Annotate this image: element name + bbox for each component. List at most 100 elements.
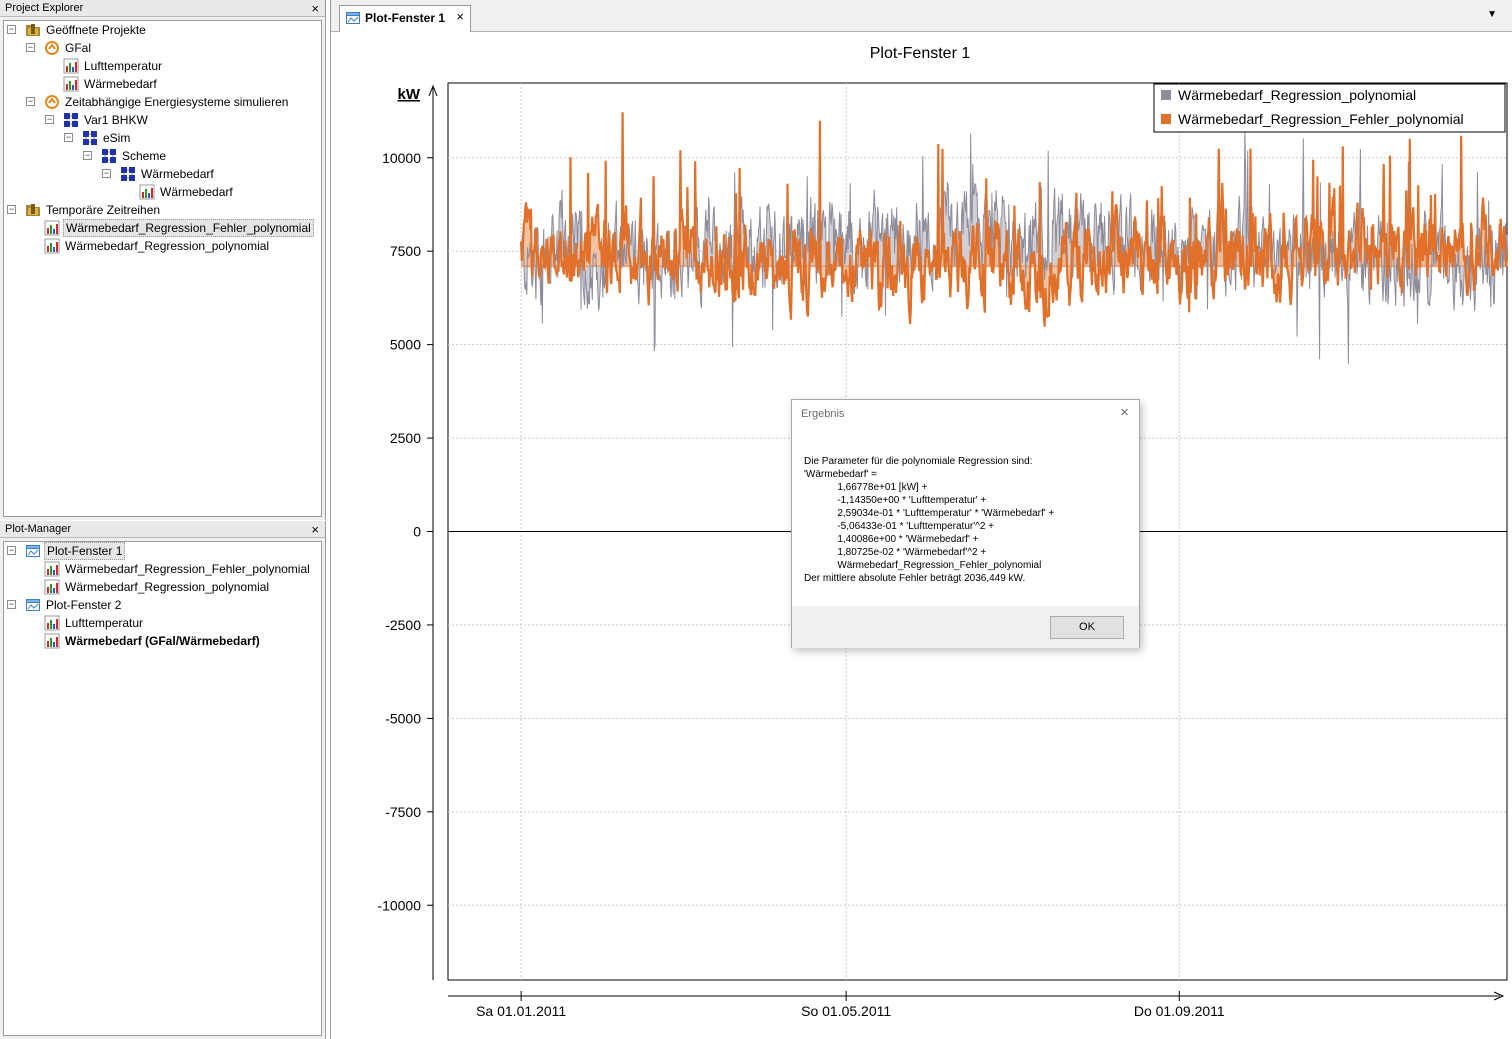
plot-manager-title: Plot-Manager xyxy=(5,523,72,535)
plot-manager-header: Plot-Manager × xyxy=(0,521,325,538)
project-explorer-tree: − Geöffnete Projekte − GFal Lufttemperatur Wä… xyxy=(3,20,322,517)
legend-label: Wärmebedarf_Regression_Fehler_polynomial xyxy=(1178,111,1464,127)
y-tick-label: -5000 xyxy=(385,710,421,726)
tree-item-label: Plot-Fenster 1 xyxy=(44,542,126,560)
tree-item-label: Wärmebedarf_Regression_polynomial xyxy=(65,580,270,594)
tree-item-label: Wärmebedarf_Regression_Fehler_polynomial xyxy=(65,562,310,576)
project-icon xyxy=(44,94,60,110)
dialog-text-line: 1,40086e+00 * 'Wärmebedarf' + xyxy=(804,534,979,545)
plot-manager-panel: Plot-Manager × − Plot-Fenster 1 Wärmebedar… xyxy=(0,521,326,1039)
close-icon[interactable]: × xyxy=(1120,404,1129,421)
collapse-icon[interactable]: − xyxy=(7,546,16,555)
tree-item-label: eSim xyxy=(103,131,131,145)
scheme-icon xyxy=(101,148,117,164)
tree-item[interactable]: Wärmebedarf_Regression_Fehler_polynomial xyxy=(4,560,322,578)
tree-item-label: Wärmebedarf_Regression_Fehler_polynomial xyxy=(63,219,314,237)
tree-item[interactable]: − eSim xyxy=(4,129,322,147)
timeseries-icon xyxy=(44,561,60,577)
tree-item[interactable]: − Plot-Fenster 1 xyxy=(4,542,322,560)
collapse-icon[interactable]: − xyxy=(7,205,16,214)
scheme-icon xyxy=(82,130,98,146)
y-tick-label: 7500 xyxy=(390,243,421,259)
result-dialog: Ergebnis × Die Parameter für die polynom… xyxy=(791,399,1140,648)
x-tick-label: Sa 01.01.2011 xyxy=(476,1003,566,1019)
x-tick-label: Do 01.09.2011 xyxy=(1134,1003,1225,1019)
dialog-text-line: 'Wärmebedarf' = xyxy=(804,469,878,480)
tree-item[interactable]: Wärmebedarf xyxy=(4,183,322,201)
tree-item-label: Wärmebedarf xyxy=(84,77,157,91)
tree-item[interactable]: − GFal xyxy=(4,39,322,57)
x-tick-label: So 01.05.2011 xyxy=(801,1003,891,1019)
chart-title: Plot-Fenster 1 xyxy=(870,45,971,62)
tab-plot-fenster-1[interactable]: Plot-Fenster 1 × xyxy=(339,5,471,32)
close-icon[interactable]: × xyxy=(456,9,464,24)
tree-item[interactable]: Lufttemperatur xyxy=(4,57,322,75)
plot-window-icon xyxy=(346,12,360,24)
tree-item[interactable]: − Plot-Fenster 2 xyxy=(4,596,322,614)
plot-window-icon xyxy=(25,543,41,559)
y-tick-label: -7500 xyxy=(385,804,421,820)
collapse-icon[interactable]: − xyxy=(45,115,54,124)
timeseries-icon xyxy=(44,238,60,254)
project-icon xyxy=(44,40,60,56)
dialog-text-line: -1,14350e+00 * 'Lufttemperatur' + xyxy=(804,495,987,506)
plot-manager-tree: − Plot-Fenster 1 Wärmebedarf_Regression_Fe… xyxy=(3,541,322,1036)
tree-item-label: Var1 BHKW xyxy=(84,113,148,127)
timeseries-icon xyxy=(63,58,79,74)
tab-label: Plot-Fenster 1 xyxy=(365,11,446,25)
collapse-icon[interactable]: − xyxy=(7,25,16,34)
project-explorer-header: Project Explorer × xyxy=(0,0,325,17)
chevron-down-icon[interactable]: ▼ xyxy=(1487,9,1497,20)
y-tick-label: 0 xyxy=(413,524,421,540)
tree-item[interactable]: Wärmebedarf_Regression_polynomial xyxy=(4,237,322,255)
y-tick-label: -2500 xyxy=(385,617,421,633)
timeseries-icon xyxy=(44,633,60,649)
tree-item-label: GFal xyxy=(65,41,92,55)
tree-item[interactable]: Lufttemperatur xyxy=(4,614,322,632)
tree-item[interactable]: − Temporäre Zeitreihen xyxy=(4,201,322,219)
close-icon[interactable]: × xyxy=(311,521,319,538)
tree-item[interactable]: Wärmebedarf_Regression_Fehler_polynomial xyxy=(4,219,322,237)
timeseries-icon xyxy=(63,76,79,92)
dialog-text-line: 1,80725e-02 * 'Wärmebedarf'^2 + xyxy=(804,547,987,558)
legend-swatch xyxy=(1161,90,1171,100)
tree-item[interactable]: − Geöffnete Projekte xyxy=(4,21,322,39)
y-tick-label: -10000 xyxy=(377,897,421,913)
tree-item-label: Geöffnete Projekte xyxy=(46,23,146,37)
collapse-icon[interactable]: − xyxy=(64,133,73,142)
collapse-icon[interactable]: − xyxy=(83,151,92,160)
close-icon[interactable]: × xyxy=(311,0,319,17)
tree-item[interactable]: Wärmebedarf_Regression_polynomial xyxy=(4,578,322,596)
dialog-text-line: 2,59034e-01 * 'Lufttemperatur' * 'Wärmeb… xyxy=(804,508,1055,519)
collapse-icon[interactable]: − xyxy=(102,169,111,178)
tree-item[interactable]: Wärmebedarf (GFal/Wärmebedarf) xyxy=(4,632,322,650)
collapse-icon[interactable]: − xyxy=(7,600,16,609)
project-explorer-panel: Project Explorer × − Geöffnete Projekte − G… xyxy=(0,0,326,520)
y-axis-label: kW xyxy=(398,86,421,103)
tree-item[interactable]: − Wärmebedarf xyxy=(4,165,322,183)
legend-label: Wärmebedarf_Regression_polynomial xyxy=(1178,87,1416,103)
legend-swatch xyxy=(1161,114,1171,124)
project-folder-icon xyxy=(25,22,41,38)
dialog-footer: OK xyxy=(792,606,1139,648)
scheme-icon xyxy=(63,112,79,128)
dialog-text-line: Wärmebedarf_Regression_Fehler_polynomial xyxy=(804,560,1042,571)
dialog-title: Ergebnis xyxy=(801,408,845,420)
collapse-icon[interactable]: − xyxy=(26,43,35,52)
tree-item-label: Lufttemperatur xyxy=(65,616,144,630)
tree-item-label: Wärmebedarf xyxy=(141,167,214,181)
tree-item-label: Temporäre Zeitreihen xyxy=(46,203,161,217)
tree-item[interactable]: − Scheme xyxy=(4,147,322,165)
dialog-text-line: -5,06433e-01 * 'Lufttemperatur'^2 + xyxy=(804,521,995,532)
tree-item[interactable]: − Zeitabhängige Energiesysteme simulieren xyxy=(4,93,322,111)
y-tick-label: 10000 xyxy=(382,150,421,166)
tab-strip: Plot-Fenster 1 × ▼ xyxy=(331,0,1512,32)
ok-button[interactable]: OK xyxy=(1050,616,1124,639)
tree-item[interactable]: Wärmebedarf xyxy=(4,75,322,93)
collapse-icon[interactable]: − xyxy=(26,97,35,106)
dialog-text-line: Der mittlere absolute Fehler beträgt 203… xyxy=(804,573,1026,584)
project-explorer-title: Project Explorer xyxy=(5,2,84,14)
tree-item[interactable]: − Var1 BHKW xyxy=(4,111,322,129)
dialog-message: Die Parameter für die polynomiale Regres… xyxy=(804,455,1054,585)
tree-item-label: Wärmebedarf_Regression_polynomial xyxy=(65,239,270,253)
